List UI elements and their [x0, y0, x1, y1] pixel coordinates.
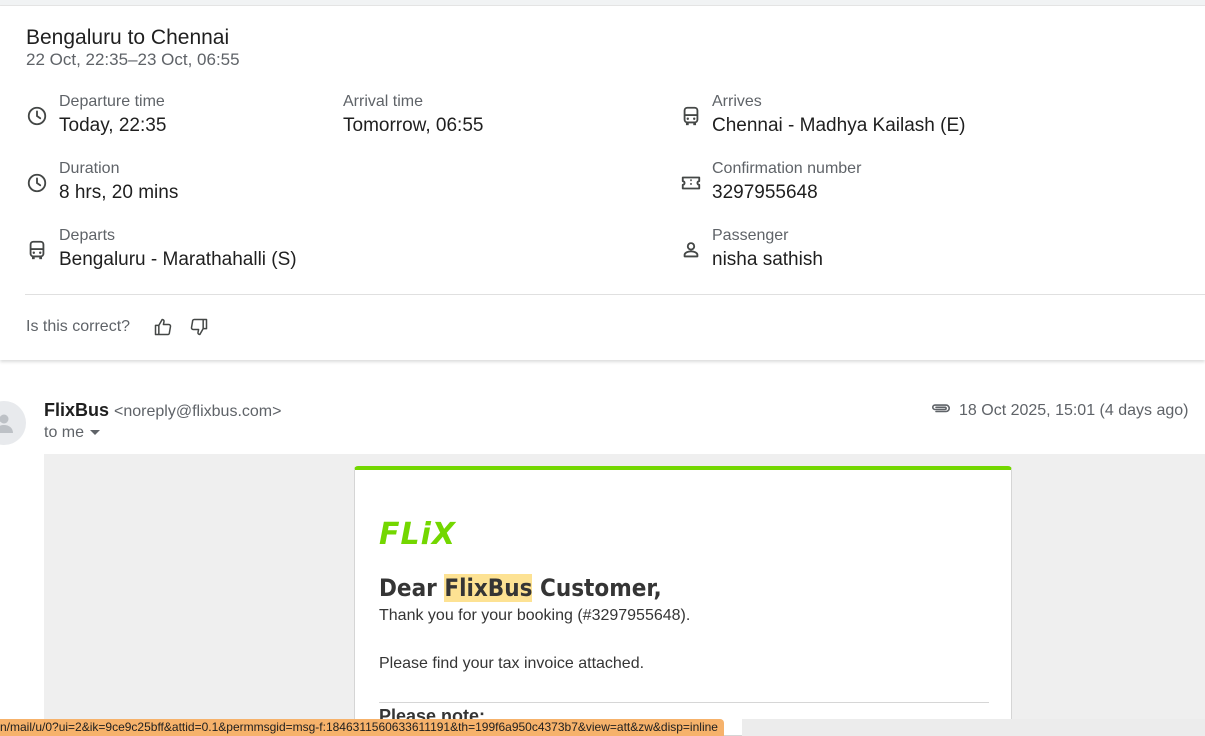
- ticket-icon: [680, 172, 702, 194]
- clock-icon: [26, 172, 48, 194]
- passenger-field: Passenger nisha sathish: [712, 226, 823, 272]
- confirmation-field: Confirmation number 3297955648: [712, 159, 861, 205]
- arrives-value: Chennai - Madhya Kailash (E): [712, 115, 966, 136]
- trip-summary-card: Bengaluru to Chennai 22 Oct, 22:35–23 Oc…: [0, 6, 1205, 360]
- arrives-field: Arrives Chennai - Madhya Kailash (E): [712, 92, 965, 138]
- link-preview-statusbar: n/mail/u/0?ui=2&ik=9ce9c25bff&attid=0.1&…: [0, 719, 724, 736]
- confirmation-label: Confirmation number: [712, 160, 862, 177]
- trip-title: Bengaluru to Chennai: [26, 26, 230, 49]
- thumbs-down-icon[interactable]: [189, 317, 209, 337]
- departs-value: Bengaluru - Marathahalli (S): [59, 249, 297, 270]
- card-divider: [25, 294, 1205, 295]
- confirmation-value[interactable]: 3297955648: [712, 181, 861, 205]
- clock-icon: [26, 105, 48, 127]
- trip-subtitle: 22 Oct, 22:35–23 Oct, 06:55: [26, 50, 240, 69]
- duration-field: Duration 8 hrs, 20 mins: [59, 159, 178, 205]
- email-date: 18 Oct 2025, 15:01 (4 days ago): [959, 402, 1189, 419]
- departure-time-label: Departure time: [59, 93, 165, 110]
- bottom-scroll-area: [742, 719, 1205, 736]
- booking-thanks-text: Thank you for your booking (#3297955648)…: [379, 607, 691, 624]
- departs-label: Departs: [59, 227, 116, 244]
- email-card-divider: [379, 702, 989, 703]
- arrival-time-field: Arrival time Tomorrow, 06:55: [343, 92, 483, 138]
- passenger-label: Passenger: [712, 227, 789, 244]
- recipient-label: to me: [44, 424, 85, 441]
- sender-address: <noreply@flixbus.com>: [114, 403, 282, 420]
- avatar[interactable]: [0, 401, 26, 445]
- paperclip-icon: [930, 400, 952, 416]
- arrival-time-value: Tomorrow, 06:55: [343, 115, 484, 136]
- bus-icon: [680, 105, 702, 127]
- thumbs-up-icon[interactable]: [153, 317, 173, 337]
- email-greeting: Dear FlixBus Customer,: [379, 574, 662, 602]
- greeting-highlight: FlixBus: [444, 574, 533, 602]
- feedback-question: Is this correct?: [26, 318, 131, 335]
- flix-logo: FLiX: [379, 517, 457, 552]
- recipient-details-toggle[interactable]: to me: [44, 424, 101, 442]
- duration-value: 8 hrs, 20 mins: [59, 182, 179, 203]
- sender-name[interactable]: FlixBus: [44, 400, 109, 420]
- departs-field: Departs Bengaluru - Marathahalli (S): [59, 226, 297, 272]
- invoice-text: Please find your tax invoice attached.: [379, 655, 645, 672]
- greeting-prefix: Dear: [379, 574, 445, 602]
- email-sender[interactable]: FlixBus <noreply@flixbus.com>: [44, 400, 281, 421]
- duration-label: Duration: [59, 160, 120, 177]
- arrival-time-label: Arrival time: [343, 93, 424, 110]
- passenger-value: nisha sathish: [712, 249, 823, 270]
- bus-icon: [26, 239, 48, 261]
- departure-time-field: Departure time Today, 22:35: [59, 92, 166, 138]
- person-icon: [680, 239, 702, 261]
- greeting-suffix: Customer,: [532, 574, 662, 602]
- departure-time-value: Today, 22:35: [59, 115, 167, 136]
- email-body-card: FLiX Dear FlixBus Customer, Thank you fo…: [354, 466, 1012, 736]
- caret-down-icon: [90, 430, 101, 436]
- arrives-label: Arrives: [712, 93, 762, 110]
